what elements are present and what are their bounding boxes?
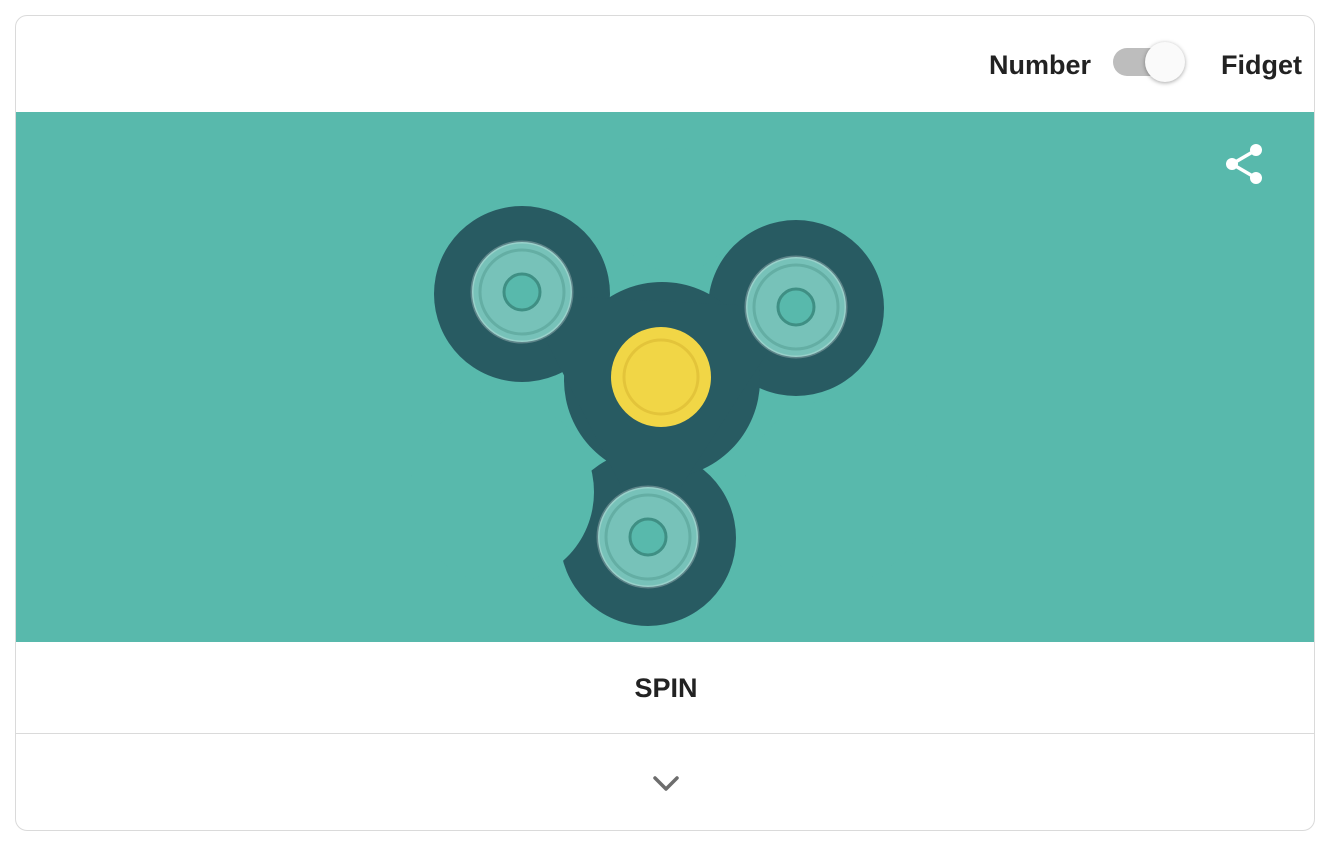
spin-button[interactable]: SPIN bbox=[576, 662, 756, 714]
expand-row bbox=[16, 734, 1314, 830]
number-mode-label[interactable]: Number bbox=[989, 50, 1091, 80]
chevron-down-icon[interactable] bbox=[646, 766, 686, 800]
toggle-knob bbox=[1145, 42, 1185, 82]
fidget-spinner-card: Number Fidget SPIN bbox=[15, 15, 1315, 831]
bearing-bottom bbox=[596, 485, 700, 589]
mode-toggle-switch[interactable] bbox=[1113, 42, 1187, 82]
fidget-spinner[interactable] bbox=[16, 112, 1315, 642]
spinner-notch bbox=[744, 400, 928, 584]
spinner-notch bbox=[410, 400, 594, 584]
fidget-mode-label[interactable]: Fidget bbox=[1221, 50, 1302, 80]
mode-toggle-bar: Number Fidget bbox=[16, 16, 1314, 112]
spinner-notch bbox=[614, 148, 738, 272]
bearing-right bbox=[744, 255, 848, 359]
center-cap bbox=[611, 327, 711, 427]
spin-row: SPIN bbox=[16, 642, 1314, 734]
bearing-left bbox=[470, 240, 574, 344]
share-icon[interactable] bbox=[1222, 142, 1266, 186]
spinner-stage bbox=[16, 112, 1314, 642]
